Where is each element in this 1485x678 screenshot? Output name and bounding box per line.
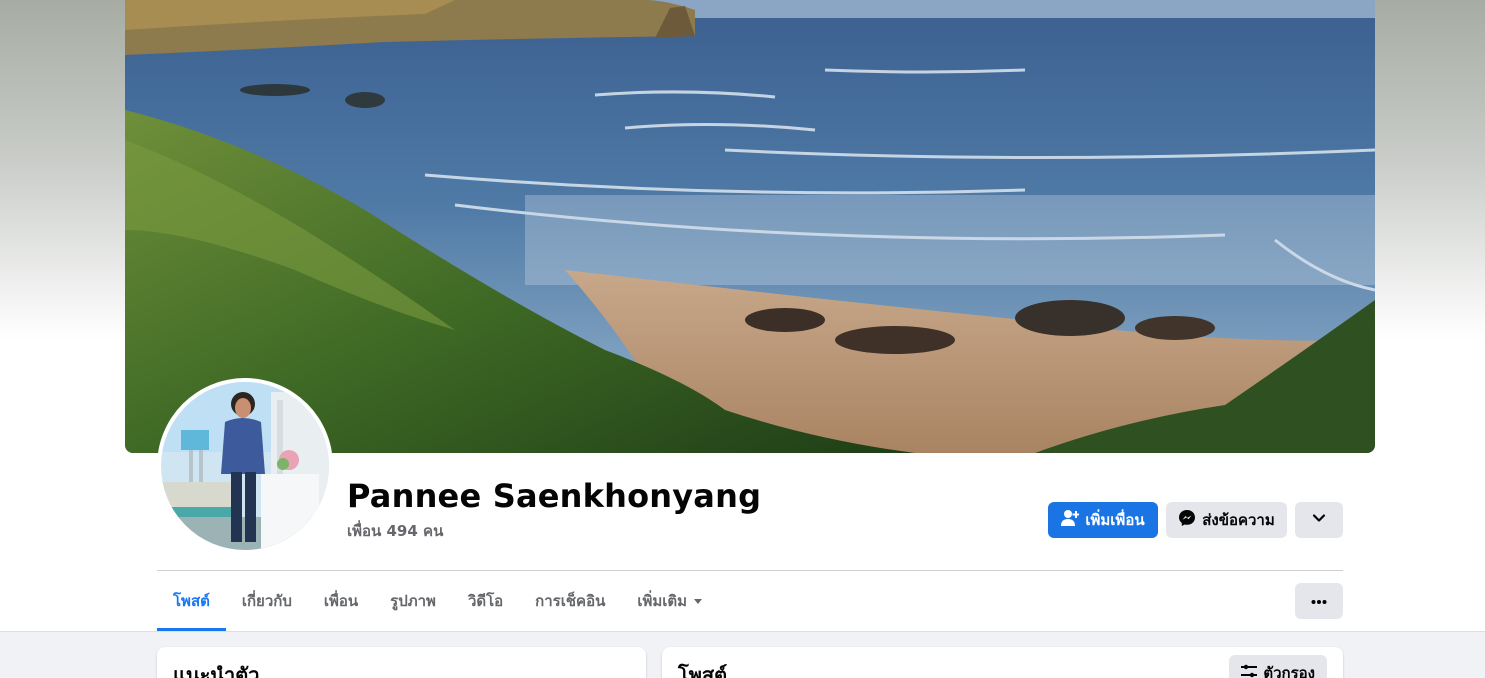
tab-more[interactable]: เพิ่มเติม [621,571,719,631]
tab-label: วิดีโอ [467,592,504,610]
cover-photo[interactable] [125,0,1375,453]
tab-friends[interactable]: เพื่อน [308,571,374,631]
messenger-icon [1178,509,1196,531]
intro-title: แนะนำตัว [173,663,260,678]
person-add-icon [1061,509,1080,531]
profile-options-button[interactable] [1295,502,1343,538]
add-friend-button[interactable]: เพิ่มเพื่อน [1048,502,1158,538]
more-options-button[interactable] [1295,583,1343,619]
ellipsis-icon [1311,592,1327,610]
tab-label: การเช็คอิน [535,592,606,610]
tab-label: เพื่อน [323,592,359,610]
tab-photos[interactable]: รูปภาพ [374,571,452,631]
tab-label: รูปภาพ [390,592,436,610]
friends-count[interactable]: เพื่อน 494 คน [347,519,443,543]
filter-label: ตัวกรอง [1263,664,1315,678]
chevron-down-icon [1312,511,1326,529]
profile-name: Pannee Saenkhonyang [347,477,762,515]
tab-label: เกี่ยวกับ [241,592,292,610]
tab-label: โพสต์ [173,592,210,610]
message-label: ส่งข้อความ [1202,511,1275,529]
tab-videos[interactable]: วิดีโอ [452,571,519,631]
filter-button[interactable]: ตัวกรอง [1229,655,1327,678]
profile-photo [161,382,329,550]
message-button[interactable]: ส่งข้อความ [1166,502,1287,538]
tab-checkins[interactable]: การเช็คอิน [519,571,621,631]
posts-card: โพสต์ ตัวกรอง [662,647,1343,678]
tab-posts[interactable]: โพสต์ [157,571,226,631]
profile-avatar[interactable] [157,378,333,554]
intro-card: แนะนำตัว [157,647,646,678]
filter-sliders-icon [1241,664,1258,678]
tab-label: เพิ่มเติม [637,592,688,610]
tab-about[interactable]: เกี่ยวกับ [226,571,308,631]
add-friend-label: เพิ่มเพื่อน [1085,511,1145,529]
profile-tabs: โพสต์ เกี่ยวกับ เพื่อน รูปภาพ วิดีโอ การ… [157,571,719,631]
caret-down-icon [693,592,703,610]
posts-title: โพสต์ [678,663,728,678]
